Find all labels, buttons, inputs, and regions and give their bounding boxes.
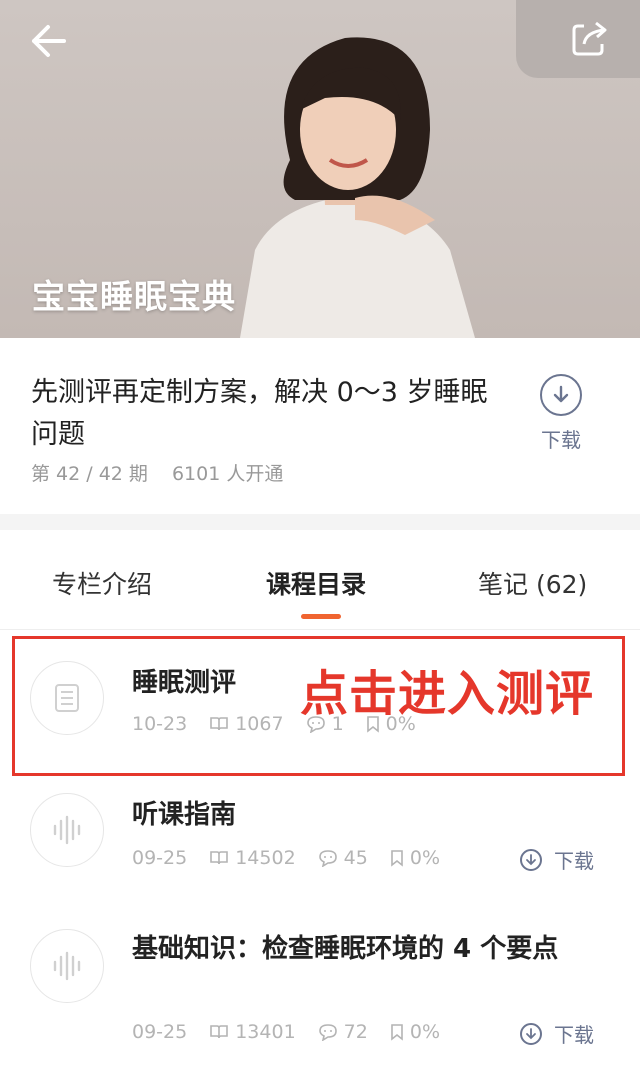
- active-tab-indicator: [301, 614, 341, 619]
- lesson-reads: 1067: [235, 713, 284, 735]
- lesson-title: 听课指南: [132, 800, 237, 830]
- back-button[interactable]: [28, 22, 70, 60]
- course-description: 先测评再定制方案，解决 0～3 岁睡眠问题: [31, 377, 488, 450]
- audio-wave-icon: [53, 951, 81, 981]
- arrow-left-icon: [32, 25, 66, 57]
- lesson-date: 09-25: [132, 1021, 188, 1043]
- lesson-progress: 0%: [409, 1021, 441, 1043]
- lesson-date: 09-25: [132, 847, 188, 869]
- tab-intro[interactable]: 专栏介绍: [52, 565, 152, 601]
- lesson-comments: 72: [343, 1021, 368, 1043]
- lesson-reads: 13401: [235, 1021, 296, 1043]
- course-title: 宝宝睡眠宝典: [32, 277, 236, 316]
- lesson-thumbnail: [30, 793, 104, 867]
- lesson-reads: 14502: [235, 847, 296, 869]
- section-divider: [0, 514, 640, 530]
- share-button[interactable]: [516, 0, 640, 78]
- issue-count: 第 42 / 42 期: [31, 463, 148, 485]
- lesson-item-guide[interactable]: 听课指南 09-25 14502 45 0% 下载: [0, 779, 640, 913]
- list-icon: [55, 684, 79, 712]
- bookmark-icon: [391, 850, 403, 867]
- tab-bar: 专栏介绍 课程目录 笔记 (62): [0, 530, 640, 630]
- download-all-button[interactable]: 下载: [534, 374, 588, 453]
- audio-wave-icon: [53, 815, 81, 845]
- subscriber-count: 6101 人开通: [171, 463, 284, 485]
- lesson-thumbnail: [30, 661, 104, 735]
- comment-icon: [318, 1024, 337, 1041]
- lesson-date: 10-23: [132, 713, 188, 735]
- instructor-portrait: [240, 37, 475, 338]
- download-icon: [526, 1027, 536, 1039]
- lesson-item-basics[interactable]: 基础知识：检查睡眠环境的 4 个要点 09-25 13401 72 0% 下载: [0, 913, 640, 1092]
- book-icon: [210, 717, 229, 731]
- course-meta: 第 42 / 42 期 6101 人开通: [31, 459, 301, 486]
- download-icon: [553, 385, 569, 403]
- tab-catalog[interactable]: 课程目录: [266, 565, 366, 601]
- lesson-download-label: 下载: [554, 1023, 594, 1047]
- course-cover: 宝宝睡眠宝典: [0, 0, 640, 338]
- lesson-meta: 09-25 13401 72 0%: [132, 1021, 462, 1043]
- lesson-progress: 0%: [409, 847, 441, 869]
- download-icon: [526, 853, 536, 865]
- bookmark-icon: [391, 1024, 403, 1041]
- lesson-download-button[interactable]: 下载: [520, 1019, 594, 1048]
- download-label: 下载: [541, 428, 581, 452]
- lesson-download-button[interactable]: 下载: [520, 845, 594, 874]
- lesson-title: 睡眠测评: [132, 668, 237, 698]
- lesson-meta: 09-25 14502 45 0%: [132, 847, 462, 869]
- lesson-thumbnail: [30, 929, 104, 1003]
- lesson-comments: 45: [343, 847, 368, 869]
- lesson-title: 基础知识：检查睡眠环境的 4 个要点: [132, 934, 559, 964]
- comment-icon: [318, 850, 337, 867]
- tab-notes[interactable]: 笔记 (62): [478, 565, 587, 601]
- share-icon: [572, 21, 607, 56]
- book-icon: [210, 851, 229, 865]
- course-info: 先测评再定制方案，解决 0～3 岁睡眠问题 第 42 / 42 期 6101 人…: [0, 338, 640, 514]
- lesson-download-label: 下载: [554, 849, 594, 873]
- book-icon: [210, 1025, 229, 1039]
- annotation-text: 点击进入测评: [300, 666, 595, 722]
